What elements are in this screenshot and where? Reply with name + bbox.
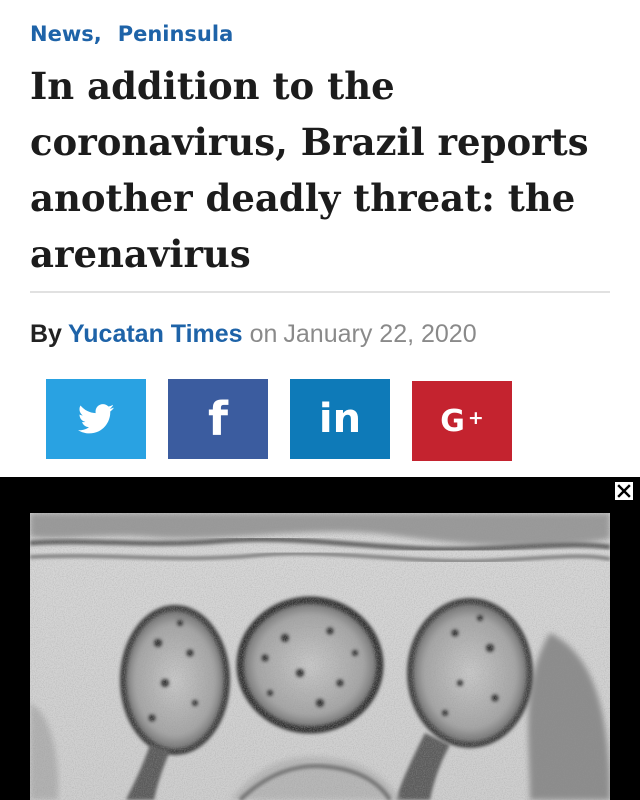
publish-date: January 22, 2020 — [283, 319, 477, 348]
google-plus-sign: + — [467, 407, 484, 429]
category-separator: , — [93, 22, 102, 46]
author-link[interactable]: Yucatan Times — [68, 320, 243, 349]
arenavirus-micrograph-image — [30, 513, 610, 800]
ad-panel — [0, 477, 640, 800]
byline-on-label: on — [249, 319, 278, 348]
share-facebook-button[interactable]: f — [168, 379, 268, 459]
google-plus-icon: G + — [440, 404, 484, 439]
share-twitter-button[interactable] — [46, 379, 146, 459]
share-linkedin-button[interactable]: in — [290, 379, 390, 459]
close-icon — [617, 484, 631, 498]
category-link-peninsula[interactable]: Peninsula — [118, 22, 234, 46]
share-google-plus-button[interactable]: G + — [412, 381, 512, 461]
google-plus-g: G — [440, 403, 465, 439]
twitter-bird-icon — [78, 404, 114, 434]
article-headline: In addition to the coronavirus, Brazil r… — [30, 64, 589, 276]
category-link-news[interactable]: News — [30, 22, 94, 46]
linkedin-in-icon: in — [318, 396, 362, 442]
byline-by-label: By — [30, 319, 62, 348]
ad-close-button[interactable] — [614, 481, 634, 501]
byline: By Yucatan Times on January 22, 2020 — [30, 318, 477, 350]
divider — [30, 291, 610, 293]
category-links: News , Peninsula — [30, 18, 233, 50]
facebook-f-icon: f — [207, 392, 228, 446]
